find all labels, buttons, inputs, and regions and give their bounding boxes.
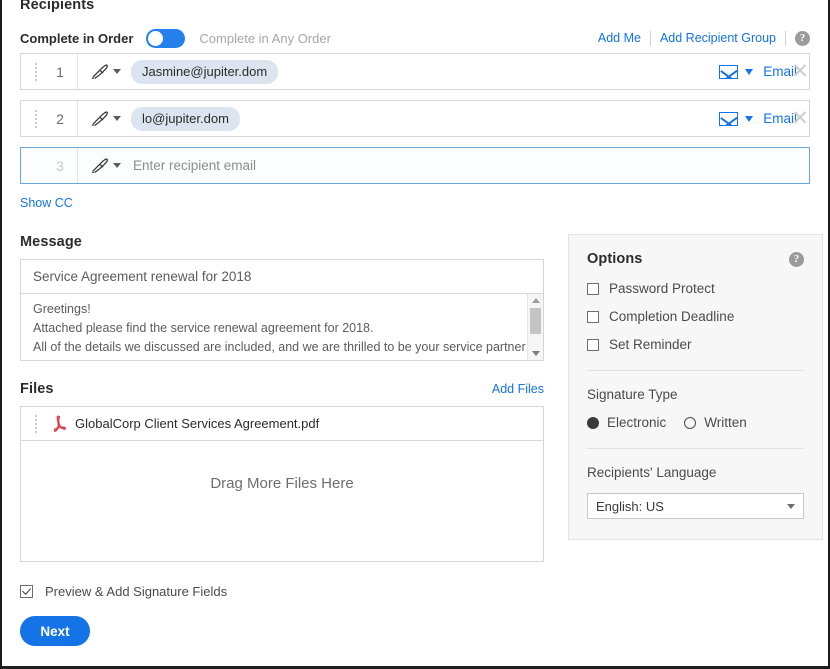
message-subject-value: Service Agreement renewal for 2018 xyxy=(33,269,252,284)
delivery-chevron-down-icon[interactable] xyxy=(745,115,754,122)
completion-order-bar: Complete in Order Complete in Any Order … xyxy=(20,23,810,53)
complete-in-order-label: Complete in Order xyxy=(20,30,134,46)
option-completion-deadline[interactable]: Completion Deadline xyxy=(587,309,804,324)
recipient-row: 1 Jasmine@jupiter.dom Email ✕ xyxy=(20,53,810,90)
drag-handle-icon[interactable] xyxy=(29,109,43,128)
option-label: Password Protect xyxy=(609,281,715,296)
chevron-down-icon xyxy=(113,69,121,74)
message-body-text[interactable]: Greetings! Attached please find the serv… xyxy=(21,294,527,360)
help-icon[interactable]: ? xyxy=(795,30,810,46)
checkbox-icon[interactable] xyxy=(587,338,599,351)
add-me-link[interactable]: Add Me xyxy=(598,31,641,45)
scroll-down-icon[interactable] xyxy=(531,351,540,356)
next-button[interactable]: Next xyxy=(20,616,90,646)
recipient-row-number: 1 xyxy=(56,63,64,80)
recipient-row: 2 lo@jupiter.dom Email ✕ xyxy=(20,100,810,137)
recipient-email-chip[interactable]: lo@jupiter.dom xyxy=(131,106,240,131)
footer: Preview & Add Signature Fields Next xyxy=(20,584,810,646)
recipient-row-1[interactable]: 1 Jasmine@jupiter.dom Email xyxy=(20,53,810,90)
show-cc-link[interactable]: Show CC xyxy=(20,196,73,210)
signature-type-label: Signature Type xyxy=(587,387,678,402)
left-column: Message Service Agreement renewal for 20… xyxy=(20,234,544,562)
chevron-down-icon xyxy=(113,163,121,168)
completion-order-toggle[interactable] xyxy=(146,28,186,48)
recipient-email-input[interactable]: Enter recipient email xyxy=(131,158,256,173)
recipient-row-number: 2 xyxy=(56,110,64,127)
options-help-icon[interactable]: ? xyxy=(789,251,804,267)
recipients-language-select[interactable]: English: US xyxy=(587,493,804,519)
signature-pen-icon xyxy=(91,64,109,80)
recipient-role-selector[interactable] xyxy=(78,110,131,127)
message-body-field[interactable]: Greetings! Attached please find the serv… xyxy=(20,293,544,361)
chevron-down-icon xyxy=(787,503,795,509)
options-panel: Options ? Password Protect Completion De… xyxy=(568,234,823,540)
remove-recipient-icon[interactable]: ✕ xyxy=(788,61,812,82)
recipients-title: Recipients xyxy=(20,0,95,13)
envelope-icon[interactable] xyxy=(719,64,739,79)
recipient-row: 3 Enter recipient email xyxy=(20,147,810,184)
option-set-reminder[interactable]: Set Reminder xyxy=(587,337,804,352)
recipients-language-label: Recipients' Language xyxy=(587,465,717,480)
recipient-role-selector[interactable] xyxy=(78,157,131,174)
options-divider-2 xyxy=(587,448,804,449)
file-list-item[interactable]: GlobalCorp Client Services Agreement.pdf xyxy=(20,406,544,440)
recipient-row-3[interactable]: 3 Enter recipient email xyxy=(20,147,810,184)
message-line: Greetings! xyxy=(33,302,91,316)
send-document-window: Recipients Complete in Order Complete in… xyxy=(0,0,830,669)
link-divider-2 xyxy=(785,30,786,46)
signature-type-group: Electronic Written xyxy=(587,415,804,430)
option-label: Set Reminder xyxy=(609,337,692,352)
signature-pen-icon xyxy=(91,158,109,174)
message-title: Message xyxy=(20,234,82,250)
envelope-icon[interactable] xyxy=(719,111,739,126)
recipient-row-number: 3 xyxy=(56,157,64,174)
right-column: Options ? Password Protect Completion De… xyxy=(568,234,823,540)
radio-electronic-label[interactable]: Electronic xyxy=(607,415,666,430)
language-selected-value: English: US xyxy=(596,498,664,514)
add-recipient-group-link[interactable]: Add Recipient Group xyxy=(660,31,776,45)
remove-recipient-icon[interactable]: ✕ xyxy=(788,108,812,129)
checkbox-icon[interactable] xyxy=(587,310,599,323)
delivery-chevron-down-icon[interactable] xyxy=(745,68,754,75)
radio-written-label[interactable]: Written xyxy=(704,415,747,430)
drag-handle-icon[interactable] xyxy=(29,414,43,433)
scroll-up-icon[interactable] xyxy=(531,298,540,303)
checkbox-checked-icon[interactable] xyxy=(20,585,33,598)
add-files-link[interactable]: Add Files xyxy=(492,382,544,396)
options-title: Options xyxy=(587,251,643,267)
radio-written-icon[interactable] xyxy=(684,416,697,429)
message-scrollbar[interactable] xyxy=(527,294,543,360)
recipient-role-selector[interactable] xyxy=(78,63,131,80)
message-line: All of the details we discussed are incl… xyxy=(33,340,527,354)
recipient-email-chip[interactable]: Jasmine@jupiter.dom xyxy=(131,59,279,84)
preview-signature-fields-label: Preview & Add Signature Fields xyxy=(45,584,228,599)
radio-electronic-icon[interactable] xyxy=(587,416,599,429)
preview-signature-fields-row[interactable]: Preview & Add Signature Fields xyxy=(20,584,810,599)
option-password-protect[interactable]: Password Protect xyxy=(587,281,804,296)
pdf-icon xyxy=(49,414,68,434)
main-columns: Message Service Agreement renewal for 20… xyxy=(20,234,823,562)
files-title: Files xyxy=(20,381,54,397)
drag-handle-icon[interactable] xyxy=(29,62,43,81)
file-name-label: GlobalCorp Client Services Agreement.pdf xyxy=(75,416,320,431)
options-divider xyxy=(587,370,804,371)
options-header: Options ? xyxy=(587,251,804,267)
recipient-header-links: Add Me Add Recipient Group ? xyxy=(598,30,810,46)
message-line: Attached please find the service renewal… xyxy=(33,321,374,335)
files-header: Files Add Files xyxy=(20,381,544,397)
message-subject-field[interactable]: Service Agreement renewal for 2018 xyxy=(20,259,544,293)
checkbox-icon[interactable] xyxy=(587,282,599,295)
toggle-knob xyxy=(148,30,164,46)
link-divider xyxy=(649,30,651,46)
complete-any-order-label: Complete in Any Order xyxy=(199,30,331,46)
option-label: Completion Deadline xyxy=(609,309,735,324)
signature-pen-icon xyxy=(91,111,109,127)
file-dropzone[interactable]: Drag More Files Here xyxy=(20,440,544,562)
chevron-down-icon xyxy=(113,116,121,121)
recipient-row-2[interactable]: 2 lo@jupiter.dom Email xyxy=(20,100,810,137)
scrollbar-thumb[interactable] xyxy=(530,308,541,334)
dropzone-label: Drag More Files Here xyxy=(210,475,354,492)
